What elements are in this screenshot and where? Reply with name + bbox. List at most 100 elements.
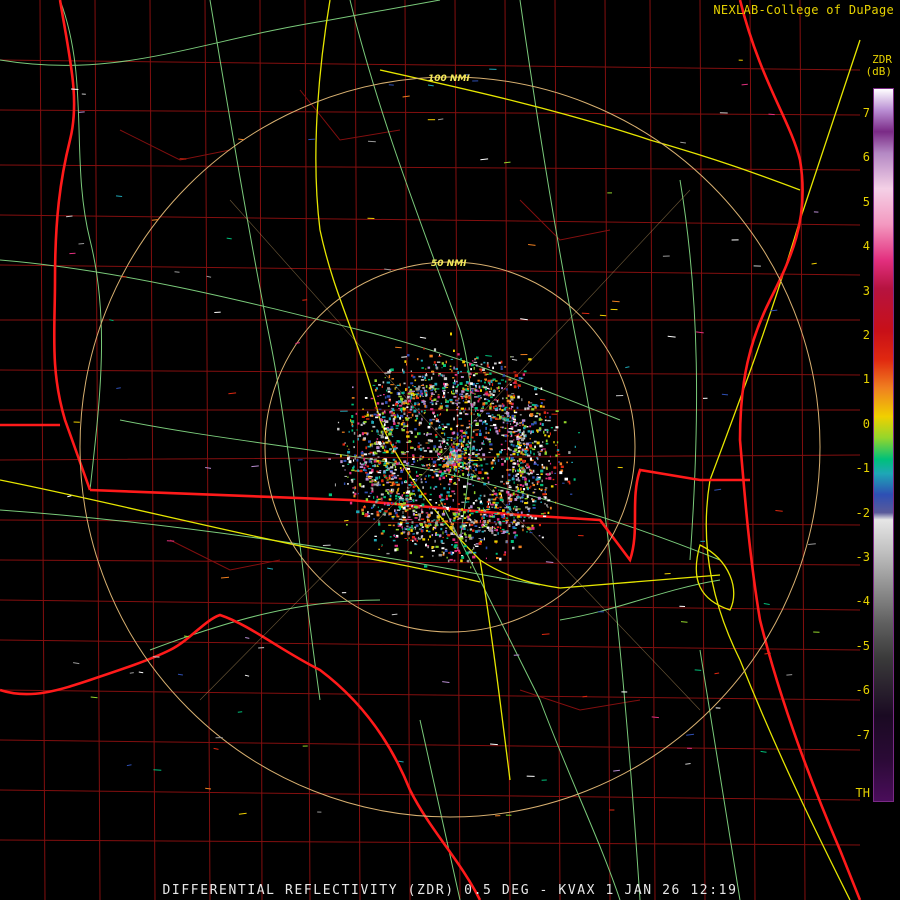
echo-pixel (539, 422, 542, 425)
echo-pixel (395, 498, 398, 500)
echo-pixel (374, 407, 378, 409)
echo-pixel (447, 534, 451, 537)
echo-pixel (545, 493, 547, 495)
echo-pixel (483, 394, 486, 396)
echo-pixel (427, 467, 430, 469)
echo-pixel (373, 443, 376, 445)
echo-pixel (461, 430, 463, 433)
echo-pixel (443, 426, 448, 428)
echo-pixel (468, 372, 471, 375)
echo-pixel (398, 400, 402, 403)
echo-pixel (438, 495, 441, 498)
echo-pixel (445, 527, 448, 529)
echo-pixel (430, 395, 433, 397)
echo-pixel (446, 442, 449, 444)
echo-pixel (532, 492, 535, 494)
echo-pixel (457, 512, 461, 516)
echo-pixel (468, 518, 471, 521)
echo-pixel (466, 370, 470, 373)
echo-pixel (373, 413, 377, 416)
echo-pixel (410, 529, 413, 532)
echo-pixel (505, 504, 509, 506)
echo-pixel (475, 530, 478, 533)
echo-pixel (353, 431, 356, 435)
echo-pixel (468, 426, 471, 429)
echo-pixel (482, 405, 484, 408)
echo-pixel (454, 541, 458, 544)
echo-pixel (385, 476, 388, 479)
echo-pixel (499, 415, 502, 419)
echo-pixel (346, 445, 348, 447)
echo-pixel (453, 482, 456, 484)
echo-pixel (437, 395, 440, 399)
echo-pixel (499, 496, 503, 499)
echo-pixel (455, 446, 458, 449)
echo-pixel (469, 391, 472, 393)
echo-pixel (354, 486, 357, 489)
echo-pixel (431, 376, 433, 380)
echo-pixel (567, 480, 571, 483)
echo-pixel (449, 519, 451, 522)
echo-pixel (550, 427, 553, 429)
echo-pixel (376, 459, 379, 463)
echo-pixel (414, 543, 417, 545)
echo-pixel (492, 366, 494, 370)
echo-pixel (532, 484, 535, 487)
echo-pixel (400, 397, 404, 400)
echo-pixel (421, 392, 424, 395)
echo-pixel (513, 481, 515, 484)
echo-pixel (489, 417, 492, 420)
colorbar-tick-label: -7 (855, 727, 870, 742)
echo-pixel (390, 466, 394, 469)
echo-pixel (393, 449, 395, 452)
echo-pixel (547, 419, 551, 422)
echo-pixel (412, 533, 415, 535)
echo-pixel (417, 401, 419, 404)
echo-pixel (534, 517, 537, 520)
echo-pixel (471, 436, 474, 439)
echo-pixel (421, 367, 424, 369)
echo-pixel (423, 521, 426, 524)
echo-pixel (540, 488, 543, 490)
echo-pixel (478, 497, 481, 500)
echo-pixel (463, 517, 467, 519)
echo-pixel (410, 431, 413, 434)
echo-pixel (429, 401, 433, 404)
echo-pixel (479, 458, 483, 461)
echo-pixel (526, 531, 528, 533)
echo-pixel (369, 457, 373, 460)
echo-pixel (395, 536, 398, 538)
echo-pixel (398, 392, 401, 396)
echo-pixel (476, 364, 478, 367)
colorbar-tick-label: 2 (862, 328, 870, 342)
echo-pixel (420, 359, 423, 362)
echo-pixel (434, 508, 437, 510)
echo-pixel (495, 542, 497, 544)
echo-pixel (372, 425, 376, 428)
echo-pixel (523, 437, 526, 440)
echo-pixel (536, 473, 539, 475)
echo-pixel (376, 429, 379, 433)
echo-pixel (449, 527, 453, 530)
echo-pixel (463, 525, 466, 527)
echo-pixel (490, 516, 494, 518)
echo-pixel (470, 412, 473, 416)
echo-pixel (507, 479, 511, 482)
echo-pixel (456, 407, 459, 409)
echo-pixel (443, 382, 445, 386)
echo-pixel (391, 502, 393, 504)
echo-pixel (377, 433, 380, 435)
echo-fleck (126, 764, 132, 767)
echo-pixel (365, 472, 368, 474)
echo-pixel (502, 421, 505, 424)
echo-fleck (73, 662, 80, 665)
echo-pixel (394, 502, 396, 505)
radar-map[interactable] (0, 0, 900, 900)
echo-pixel (513, 418, 516, 421)
echo-pixel (403, 460, 407, 464)
echo-pixel (415, 499, 418, 502)
echo-pixel (480, 526, 482, 529)
echo-pixel (508, 524, 511, 527)
echo-pixel (438, 414, 441, 416)
echo-pixel (574, 445, 576, 448)
